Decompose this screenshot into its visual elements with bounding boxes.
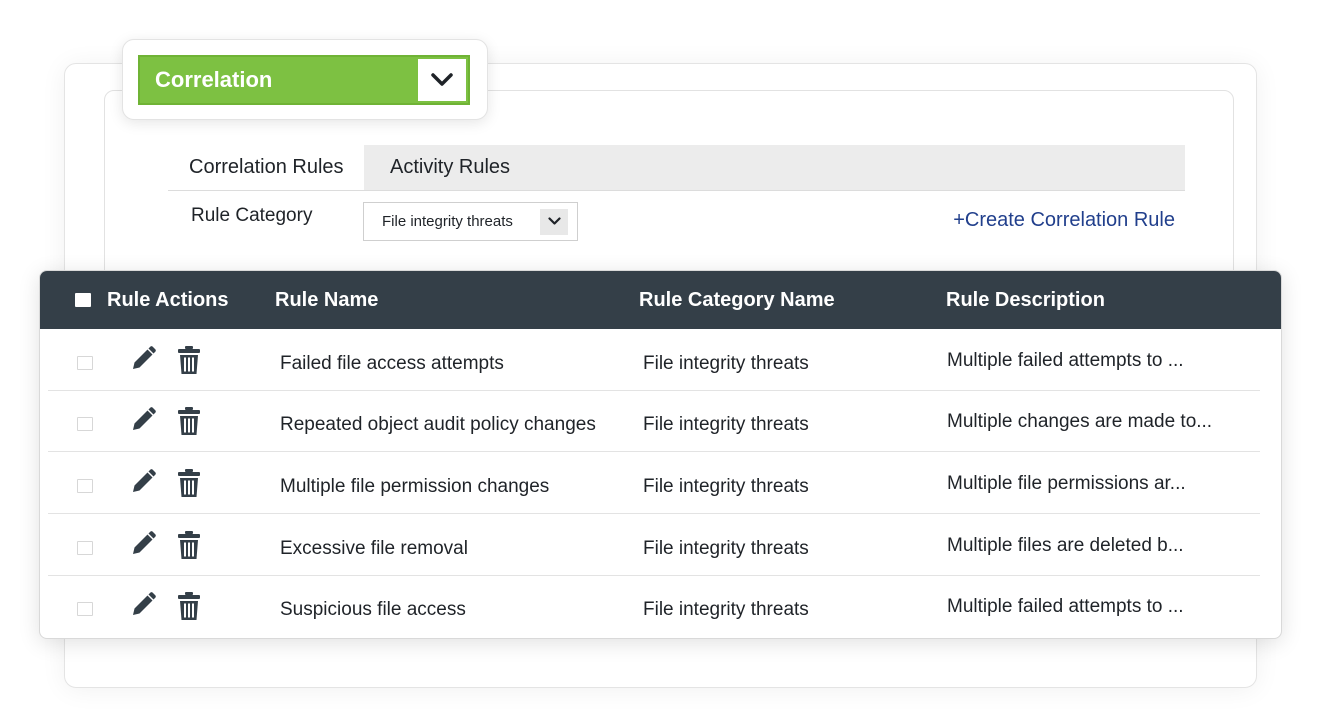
column-header-rule-category-name[interactable]: Rule Category Name	[639, 271, 835, 329]
select-all-checkbox[interactable]	[75, 293, 91, 307]
chevron-down-icon[interactable]	[418, 59, 466, 101]
rule-description: Multiple file permissions ar...	[947, 472, 1186, 494]
pencil-icon[interactable]	[128, 528, 158, 560]
rules-tabs: Correlation Rules Activity Rules	[168, 145, 1185, 191]
pencil-icon[interactable]	[128, 404, 158, 436]
row-checkbox[interactable]	[77, 417, 93, 431]
tab-label: Correlation Rules	[189, 156, 344, 178]
rule-name: Repeated object audit policy changes	[280, 413, 596, 435]
rule-name: Multiple file permission changes	[280, 475, 550, 497]
tab-activity-rules[interactable]: Activity Rules	[364, 145, 1185, 190]
table-row: Suspicious file access File integrity th…	[48, 576, 1260, 637]
rule-name: Failed file access attempts	[280, 352, 504, 374]
rule-category-name: File integrity threats	[643, 413, 809, 435]
column-header-rule-actions[interactable]: Rule Actions	[107, 271, 229, 329]
row-checkbox[interactable]	[77, 356, 93, 370]
rule-description: Multiple failed attempts to ...	[947, 595, 1184, 617]
pencil-icon[interactable]	[128, 589, 158, 621]
chevron-down-icon[interactable]	[540, 208, 568, 235]
tab-label: Activity Rules	[390, 156, 511, 178]
rule-category-name: File integrity threats	[643, 598, 809, 620]
trash-icon[interactable]	[174, 529, 204, 561]
row-checkbox[interactable]	[77, 541, 93, 555]
table-row: Failed file access attempts File integri…	[48, 330, 1260, 391]
rule-category-name: File integrity threats	[643, 537, 809, 559]
tab-correlation-rules[interactable]: Correlation Rules	[168, 145, 364, 190]
table-header: Rule Actions Rule Name Rule Category Nam…	[40, 271, 1281, 329]
rules-table: Rule Actions Rule Name Rule Category Nam…	[39, 270, 1282, 639]
rule-description: Multiple changes are made to...	[947, 410, 1213, 432]
rule-category-name: File integrity threats	[643, 352, 809, 374]
pencil-icon[interactable]	[128, 343, 158, 375]
module-selector-card: Correlation	[122, 39, 488, 120]
create-correlation-rule-link[interactable]: +Create Correlation Rule	[953, 209, 1175, 232]
trash-icon[interactable]	[174, 344, 204, 376]
table-row: Excessive file removal File integrity th…	[48, 515, 1260, 576]
trash-icon[interactable]	[174, 590, 204, 622]
column-header-rule-name[interactable]: Rule Name	[275, 271, 378, 329]
rule-name: Suspicious file access	[280, 598, 466, 620]
table-row: Repeated object audit policy changes Fil…	[48, 391, 1260, 452]
trash-icon[interactable]	[174, 405, 204, 437]
rule-category-name: File integrity threats	[643, 475, 809, 497]
pencil-icon[interactable]	[128, 466, 158, 498]
column-header-rule-description[interactable]: Rule Description	[946, 271, 1105, 329]
row-checkbox[interactable]	[77, 479, 93, 493]
rule-description: Multiple failed attempts to ...	[947, 349, 1184, 371]
module-dropdown-label: Correlation	[155, 67, 273, 92]
rule-name: Excessive file removal	[280, 537, 468, 559]
rule-description: Multiple files are deleted b...	[947, 534, 1184, 556]
rule-category-label: Rule Category	[191, 205, 313, 226]
module-dropdown[interactable]: Correlation	[138, 55, 470, 105]
row-checkbox[interactable]	[77, 602, 93, 616]
trash-icon[interactable]	[174, 467, 204, 499]
table-row: Multiple file permission changes File in…	[48, 453, 1260, 514]
rule-category-value: File integrity threats	[382, 213, 513, 230]
rule-category-select[interactable]: File integrity threats	[363, 202, 578, 241]
